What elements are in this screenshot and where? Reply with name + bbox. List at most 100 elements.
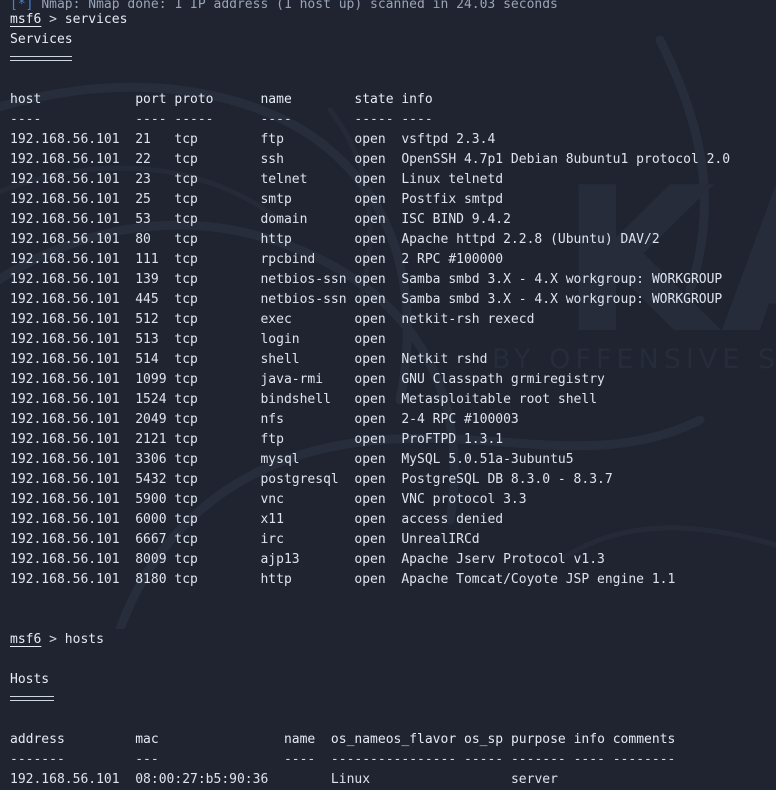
services-table-row: 192.168.56.101 2121 tcp ftp open ProFTPD… <box>0 430 776 450</box>
services-table-row-cell: vnc <box>260 492 355 507</box>
services-table-row-cell: 192.168.56.101 <box>10 532 136 547</box>
services-table-row: 192.168.56.101 5432 tcp postgresql open … <box>0 470 776 490</box>
services-table-row-cell: open <box>354 292 402 307</box>
services-table-row: 192.168.56.101 22 tcp ssh open OpenSSH 4… <box>0 150 776 170</box>
services-table-row-cell: x11 <box>260 512 355 527</box>
hosts-header-row-cell: purpose <box>510 732 574 747</box>
services-table: host port proto name state info ---- ----… <box>0 90 776 590</box>
services-table-row-cell: 1524 <box>135 392 175 407</box>
services-table-row: 192.168.56.101 1099 tcp java-rmi open GN… <box>0 370 776 390</box>
services-table-row: 192.168.56.101 8009 tcp ajp13 open Apach… <box>0 550 776 570</box>
services-header-row-cell: proto <box>174 92 261 107</box>
services-table-row: 192.168.56.101 6667 tcp irc open UnrealI… <box>0 530 776 550</box>
services-table-row-cell: open <box>354 152 402 167</box>
services-table-row: 192.168.56.101 445 tcp netbios-ssn open … <box>0 290 776 310</box>
services-header-row-cell: info <box>401 92 433 107</box>
services-table-row-cell: Apache Tomcat/Coyote JSP engine 1.1 <box>401 572 676 587</box>
services-table-row-cell: open <box>354 432 402 447</box>
services-table-row-cell: 25 <box>135 192 175 207</box>
column-rule: ---- <box>260 112 355 127</box>
column-rule: ---- <box>573 752 613 767</box>
services-table-row-cell: tcp <box>174 472 261 487</box>
column-rule: ---- <box>135 112 175 127</box>
services-table-row-cell: tcp <box>174 252 261 267</box>
services-table-row-cell: open <box>354 132 402 147</box>
hosts-title: Hosts <box>10 672 50 687</box>
prompt-username: msf6 <box>10 632 42 647</box>
services-table-row-cell: 192.168.56.101 <box>10 252 136 267</box>
services-table-row-cell: ftp <box>260 132 355 147</box>
services-table-row-cell: tcp <box>174 132 261 147</box>
prompt-line-hosts[interactable]: msf6 > hosts <box>0 630 776 650</box>
services-table-row-cell: http <box>260 572 355 587</box>
hosts-header-row-cell: info <box>573 732 613 747</box>
services-table-row-cell: Apache httpd 2.2.8 (Ubuntu) DAV/2 <box>401 232 660 247</box>
services-table-row-cell: Samba smbd 3.X - 4.X workgroup: WORKGROU… <box>401 272 723 287</box>
prompt-line-services[interactable]: msf6 > services <box>0 10 776 30</box>
services-table-row-cell: telnet <box>260 172 355 187</box>
services-table-row: 192.168.56.101 1524 tcp bindshell open M… <box>0 390 776 410</box>
services-table-row-cell: open <box>354 332 402 347</box>
services-table-row: 192.168.56.101 6000 tcp x11 open access … <box>0 510 776 530</box>
services-table-row-cell: tcp <box>174 312 261 327</box>
services-table-row-cell: Samba smbd 3.X - 4.X workgroup: WORKGROU… <box>401 292 723 307</box>
services-table-row-cell: Metasploitable root shell <box>401 392 598 407</box>
services-table-row-cell: open <box>354 472 402 487</box>
services-table-row-cell: 192.168.56.101 <box>10 332 136 347</box>
column-rule: ---- <box>10 112 136 127</box>
services-table-row-cell: irc <box>260 532 355 547</box>
services-table-row: 192.168.56.101 3306 tcp mysql open MySQL… <box>0 450 776 470</box>
services-table-row-cell: 80 <box>135 232 175 247</box>
services-table-row-cell: tcp <box>174 372 261 387</box>
services-table-row-cell: open <box>354 192 402 207</box>
hosts-table-row-cell: 08:00:27:b5:90:36 <box>135 772 284 787</box>
services-table-row-cell: tcp <box>174 432 261 447</box>
services-table-row-cell: mysql <box>260 452 355 467</box>
services-table-row-cell: open <box>354 492 402 507</box>
services-table-row-cell: 445 <box>135 292 175 307</box>
hosts-header-row-cell: os_flavor <box>385 732 464 747</box>
scrollback-line: [*] Nmap: Nmap done: 1 IP address (1 hos… <box>0 0 776 10</box>
column-rule: ------- <box>510 752 574 767</box>
services-table-row-cell: 2121 <box>135 432 175 447</box>
services-table-row: 192.168.56.101 513 tcp login open <box>0 330 776 350</box>
services-table-row-cell: tcp <box>174 192 261 207</box>
services-table-row: 192.168.56.101 139 tcp netbios-ssn open … <box>0 270 776 290</box>
services-table-row-cell: tcp <box>174 512 261 527</box>
services-table-row-cell: tcp <box>174 572 261 587</box>
services-table-row: 192.168.56.101 5900 tcp vnc open VNC pro… <box>0 490 776 510</box>
services-table-row-cell: open <box>354 412 402 427</box>
hosts-table-row: 192.168.56.101 08:00:27:b5:90:36 Linux s… <box>0 770 776 790</box>
services-table-row-cell: 192.168.56.101 <box>10 212 136 227</box>
services-table-row-cell: tcp <box>174 172 261 187</box>
terminal-output[interactable]: [*] Nmap: Nmap done: 1 IP address (1 hos… <box>0 0 776 787</box>
services-table-row-cell: 192.168.56.101 <box>10 172 136 187</box>
column-rule: ----- <box>174 112 261 127</box>
services-table-row-cell: open <box>354 512 402 527</box>
services-table-row-cell: ftp <box>260 432 355 447</box>
services-table-row-cell: smtp <box>260 192 355 207</box>
services-table-row-cell: netbios-ssn <box>260 292 355 307</box>
services-table-row-cell: 192.168.56.101 <box>10 232 136 247</box>
services-table-row-cell: shell <box>260 352 355 367</box>
services-table-row-cell: tcp <box>174 332 261 347</box>
hosts-table-row-cell <box>464 772 511 787</box>
services-table-row-cell: 6000 <box>135 512 175 527</box>
services-table-row-cell: 192.168.56.101 <box>10 372 136 387</box>
services-table-row-cell: open <box>354 372 402 387</box>
column-rule: ------- <box>330 752 386 767</box>
services-table-row: 192.168.56.101 514 tcp shell open Netkit… <box>0 350 776 370</box>
services-table-row-cell: domain <box>260 212 355 227</box>
services-table-row-cell: open <box>354 272 402 287</box>
services-table-row-cell: 192.168.56.101 <box>10 392 136 407</box>
hosts-table-row-cell: server <box>510 772 574 787</box>
column-rule: --- <box>135 752 284 767</box>
services-table-row-cell: login <box>260 332 355 347</box>
services-title: Services <box>10 32 73 47</box>
services-table-row-cell: UnrealIRCd <box>401 532 480 547</box>
services-table-row-cell: ajp13 <box>260 552 355 567</box>
column-rule: ---- <box>401 112 433 127</box>
command-hosts: hosts <box>64 632 104 647</box>
